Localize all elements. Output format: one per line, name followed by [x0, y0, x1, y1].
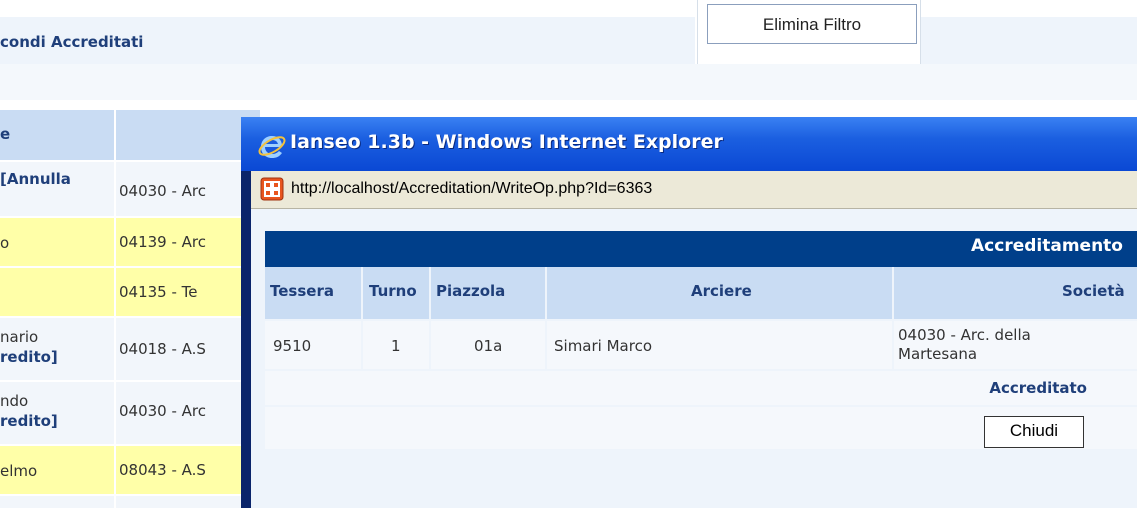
table-row[interactable]: nario redito] 04018 - A.S	[0, 318, 260, 380]
club-cell: 04030 - Arc	[119, 402, 207, 420]
column-header-tessera: Tessera	[265, 267, 361, 319]
window-title-bar[interactable]: Ianseo 1.3b - Windows Internet Explorer	[241, 117, 1137, 171]
club-cell: 04135 - Te	[119, 283, 198, 301]
column-header-piazzola: Piazzola	[431, 267, 545, 319]
club-cell: 04139 - Arc	[119, 233, 207, 251]
accredit-link[interactable]: redito]	[0, 348, 58, 366]
page-favicon-icon	[260, 177, 284, 201]
club-cell: 04018 - A.S	[119, 340, 206, 358]
club-cell: 04030 - Arc	[119, 182, 207, 200]
remove-filter-button[interactable]: Elimina Filtro	[707, 4, 917, 44]
popup-content: Accreditamento Tessera Turno Piazzola Ar…	[251, 209, 1137, 508]
archer-cell: o	[0, 234, 10, 252]
societa-cell: 04030 - Arc. della Martesana	[894, 321, 1137, 369]
column-header-societa: Società	[894, 267, 1137, 319]
table-row[interactable]: elmo 08043 - A.S	[0, 446, 260, 494]
table-row[interactable]: [Annulla 04030 - Arc	[0, 162, 260, 216]
address-url[interactable]: http://localhost/Accreditation/WriteOp.p…	[291, 180, 652, 198]
table-row[interactable]: 04135 - Te	[0, 268, 260, 316]
table-row[interactable]: ndo redito] 04030 - Arc	[0, 382, 260, 444]
section-title-band-right	[920, 17, 1137, 64]
accreditation-title: Accreditamento	[971, 236, 1123, 256]
status-row: Accreditato	[265, 371, 1137, 405]
archer-cell: ndo	[0, 392, 29, 410]
button-row: Chiudi	[265, 407, 1137, 449]
ie-logo-icon	[255, 129, 287, 161]
cancel-link[interactable]: [Annulla	[0, 170, 71, 188]
archer-cell: elmo	[0, 462, 38, 480]
section-title: condi Accreditati	[0, 33, 144, 51]
table-header-row: e	[0, 110, 260, 160]
tessera-cell: 9510	[265, 321, 361, 369]
status-label: Accreditato	[989, 379, 1087, 397]
club-cell: 08043 - A.S	[119, 461, 206, 479]
column-header-arciere: Arciere	[547, 267, 892, 319]
filter-band	[0, 64, 1137, 100]
arciere-cell: Simari Marco	[547, 321, 892, 369]
popup-window: Ianseo 1.3b - Windows Internet Explorer …	[241, 117, 1137, 508]
accredit-link[interactable]: redito]	[0, 412, 58, 430]
close-button[interactable]: Chiudi	[984, 416, 1084, 448]
column-header-turno: Turno	[363, 267, 429, 319]
table-row	[0, 496, 260, 508]
window-title: Ianseo 1.3b - Windows Internet Explorer	[290, 131, 723, 153]
column-header: e	[0, 125, 11, 143]
table-row[interactable]: o 04139 - Arc	[0, 218, 260, 266]
address-bar: http://localhost/Accreditation/WriteOp.p…	[251, 171, 1137, 209]
turno-cell: 1	[363, 321, 429, 369]
accreditation-header: Accreditamento	[265, 231, 1137, 267]
piazzola-cell: 01a	[431, 321, 545, 369]
archer-cell: nario	[0, 328, 39, 346]
